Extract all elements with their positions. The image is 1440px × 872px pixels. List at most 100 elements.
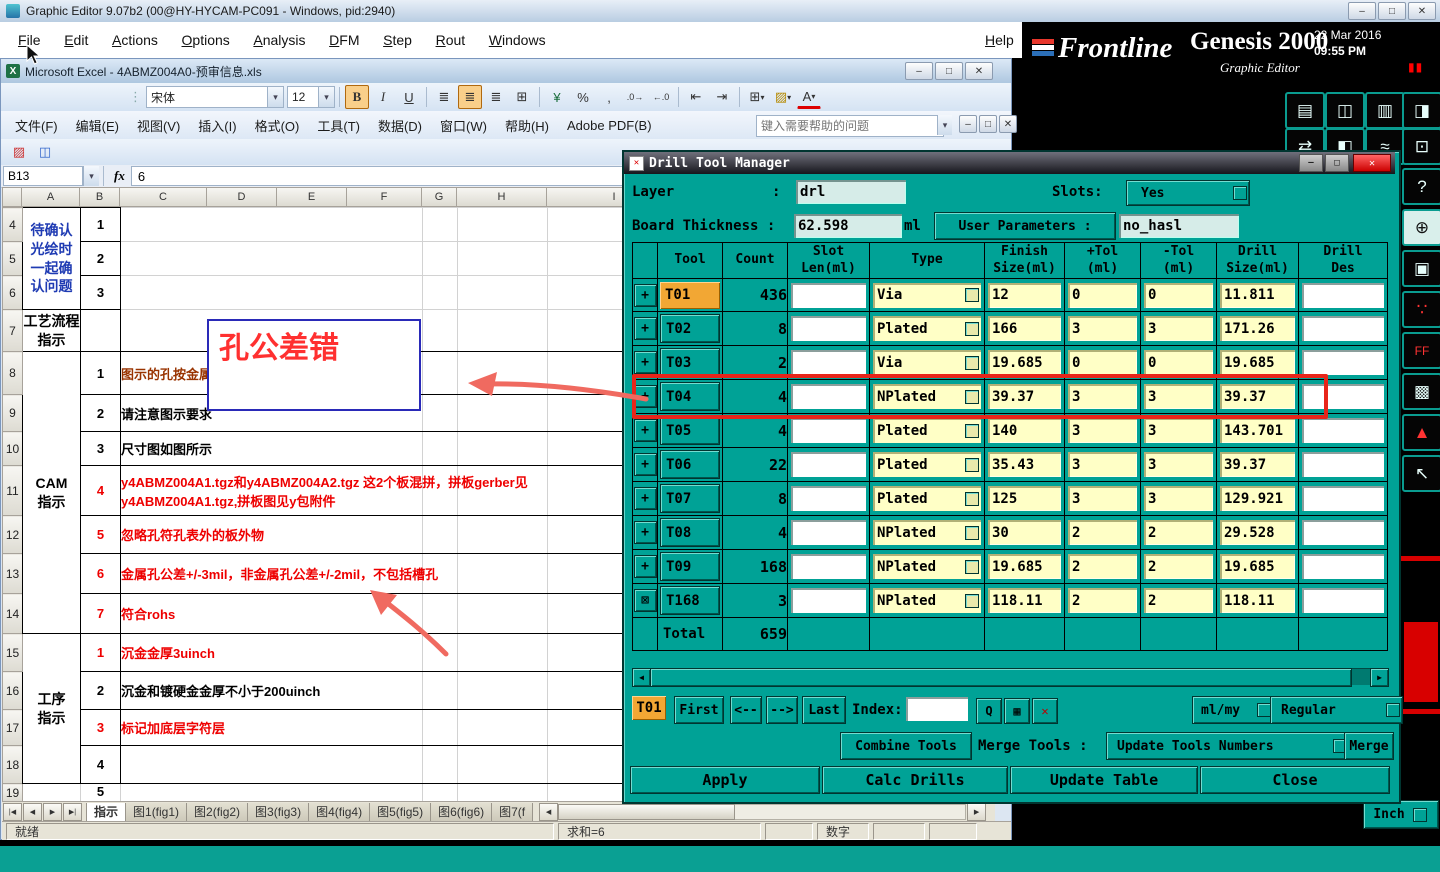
row-header[interactable]: 14 [2,593,23,634]
minus-tol-input[interactable]: 0 [1144,282,1213,308]
menu-analysis[interactable]: Analysis [253,32,305,48]
plus-tol-input[interactable]: 2 [1068,520,1137,545]
sheet-tab-fig6[interactable]: 图6(fig6) [430,802,493,822]
units-dropdown[interactable]: ml/my [1192,696,1274,724]
origin-tool-button[interactable]: ⊕ [1402,209,1440,246]
cell[interactable] [22,783,81,802]
row-header[interactable]: 7 [2,309,23,352]
cell[interactable]: 4 [80,465,121,516]
cell[interactable]: 1 [80,351,121,395]
panel-button[interactable]: ◨ [1402,92,1440,129]
plus-tol-input[interactable]: 0 [1068,350,1137,375]
font-size-select[interactable]: 12 ▾ [287,86,335,108]
tool-button[interactable]: T02 [660,314,720,343]
drill-des-input[interactable] [1302,520,1384,545]
col-header[interactable]: B [80,187,120,207]
font-color-button[interactable]: A ▾ [797,86,821,109]
drill-size-input[interactable]: 118.11 [1220,588,1295,613]
excel-close-button[interactable]: ✕ [965,62,993,80]
cell[interactable] [120,241,685,276]
row-header[interactable]: 19 [2,783,23,802]
excel-minimize-button[interactable]: – [905,62,933,80]
increase-decimal-button[interactable]: .0→ [623,85,647,109]
cell[interactable]: 沉金和镀硬金金厚不小于200uinch [120,671,685,710]
tool-button[interactable]: T07 [660,484,720,513]
monitor-button[interactable]: ◫ [1325,92,1365,129]
drill-size-input[interactable]: 171.26 [1220,316,1295,341]
row-header[interactable]: 5 [2,241,23,276]
warning-tool-button[interactable]: ▲ [1402,414,1440,451]
sheet-tab-fig2[interactable]: 图2(fig2) [186,802,249,822]
type-dropdown[interactable]: Plated [873,316,981,341]
apply-button[interactable]: Apply [630,766,820,794]
snap-button[interactable]: ⊡ [1402,128,1440,165]
excel-menu-format[interactable]: 格式(O) [255,116,300,135]
cell[interactable]: 3 [80,431,121,466]
fx-icon[interactable]: fx [114,168,125,184]
tool-button[interactable]: T03 [660,348,720,377]
plus-tol-input[interactable]: 2 [1068,554,1137,579]
workbook-restore-button[interactable]: □ [979,115,997,133]
user-parameters-button[interactable]: User Parameters : [934,212,1116,240]
hscroll-right-button[interactable]: ▶ [967,803,987,821]
drill-des-input[interactable] [1302,554,1384,579]
update-table-button[interactable]: Update Table [1010,766,1198,794]
drill-size-input[interactable]: 19.685 [1220,554,1295,579]
hscroll-thumb[interactable] [558,804,736,820]
cell[interactable]: 2 [80,241,121,276]
slot-len-input[interactable] [791,316,866,341]
align-left-button[interactable]: ≣ [432,85,456,109]
cell[interactable]: 5 [80,515,121,554]
row-header[interactable]: 6 [2,275,23,310]
cell[interactable]: 符合rohs [120,593,685,634]
type-dropdown[interactable]: NPlated [873,554,981,579]
finish-size-input[interactable]: 125 [988,486,1061,511]
cell[interactable] [120,275,685,310]
cell[interactable]: 5 [80,783,121,802]
type-dropdown[interactable]: Plated [873,452,981,477]
row-select-button[interactable]: + [633,419,657,442]
drill-des-input[interactable] [1302,282,1384,308]
col-header[interactable]: D [207,187,277,207]
row-select-button[interactable]: + [633,521,657,544]
cell[interactable]: 3 [80,275,121,310]
sheet-tab-fig1[interactable]: 图1(fig1) [125,802,188,822]
borders-button[interactable]: ⊞ ▾ [745,85,769,109]
currency-button[interactable]: ¥ [545,85,569,109]
percent-button[interactable]: % [571,85,595,109]
type-dropdown[interactable]: Via [873,282,981,308]
film-button[interactable]: ▥ [1365,92,1405,129]
dialog-titlebar[interactable]: ✕ Drill Tool Manager – □ ✕ [624,152,1395,174]
finish-size-input[interactable]: 19.685 [988,350,1061,375]
excel-menu-adobepdf[interactable]: Adobe PDF(B) [567,118,652,133]
minus-tol-input[interactable]: 0 [1144,350,1213,375]
row-header[interactable]: 16 [2,671,23,710]
dialog-maximize-button[interactable]: □ [1325,154,1349,172]
dialog-minimize-button[interactable]: – [1299,154,1323,172]
group-cell-workflow[interactable]: 工序 指示 [22,633,81,784]
workbook-close-button[interactable]: ✕ [999,115,1017,133]
slot-len-input[interactable] [791,350,866,375]
row-header[interactable]: 12 [2,515,23,554]
group-cell-cam[interactable]: CAM 指示 [22,351,81,634]
plus-tol-input[interactable]: 0 [1068,282,1137,308]
type-dropdown[interactable]: Via [873,350,981,375]
sheet-tab-fig4[interactable]: 图4(fig4) [308,802,371,822]
drill-size-input[interactable]: 143.701 [1220,418,1295,443]
cell[interactable] [120,783,685,802]
index-input[interactable] [906,697,968,721]
slot-len-input[interactable] [791,588,866,613]
row-select-button[interactable]: ⊠ [633,589,657,612]
finish-size-input[interactable]: 12 [988,282,1061,308]
row-header[interactable]: 4 [2,207,23,242]
current-tool-button[interactable]: T01 [632,696,666,720]
menu-windows[interactable]: Windows [489,32,546,48]
close-dialog-button[interactable]: Close [1200,766,1390,794]
points-tool-button[interactable]: ∵ [1402,291,1440,328]
menu-dfm[interactable]: DFM [329,32,359,48]
custom-tool-button-1[interactable]: ▨ [7,140,31,164]
row-header[interactable]: 15 [2,633,23,672]
hscroll-track[interactable] [735,804,967,820]
pointer-tool-button[interactable]: ↖ [1402,455,1440,492]
cell[interactable]: 沉金金厚3uinch [120,633,685,672]
